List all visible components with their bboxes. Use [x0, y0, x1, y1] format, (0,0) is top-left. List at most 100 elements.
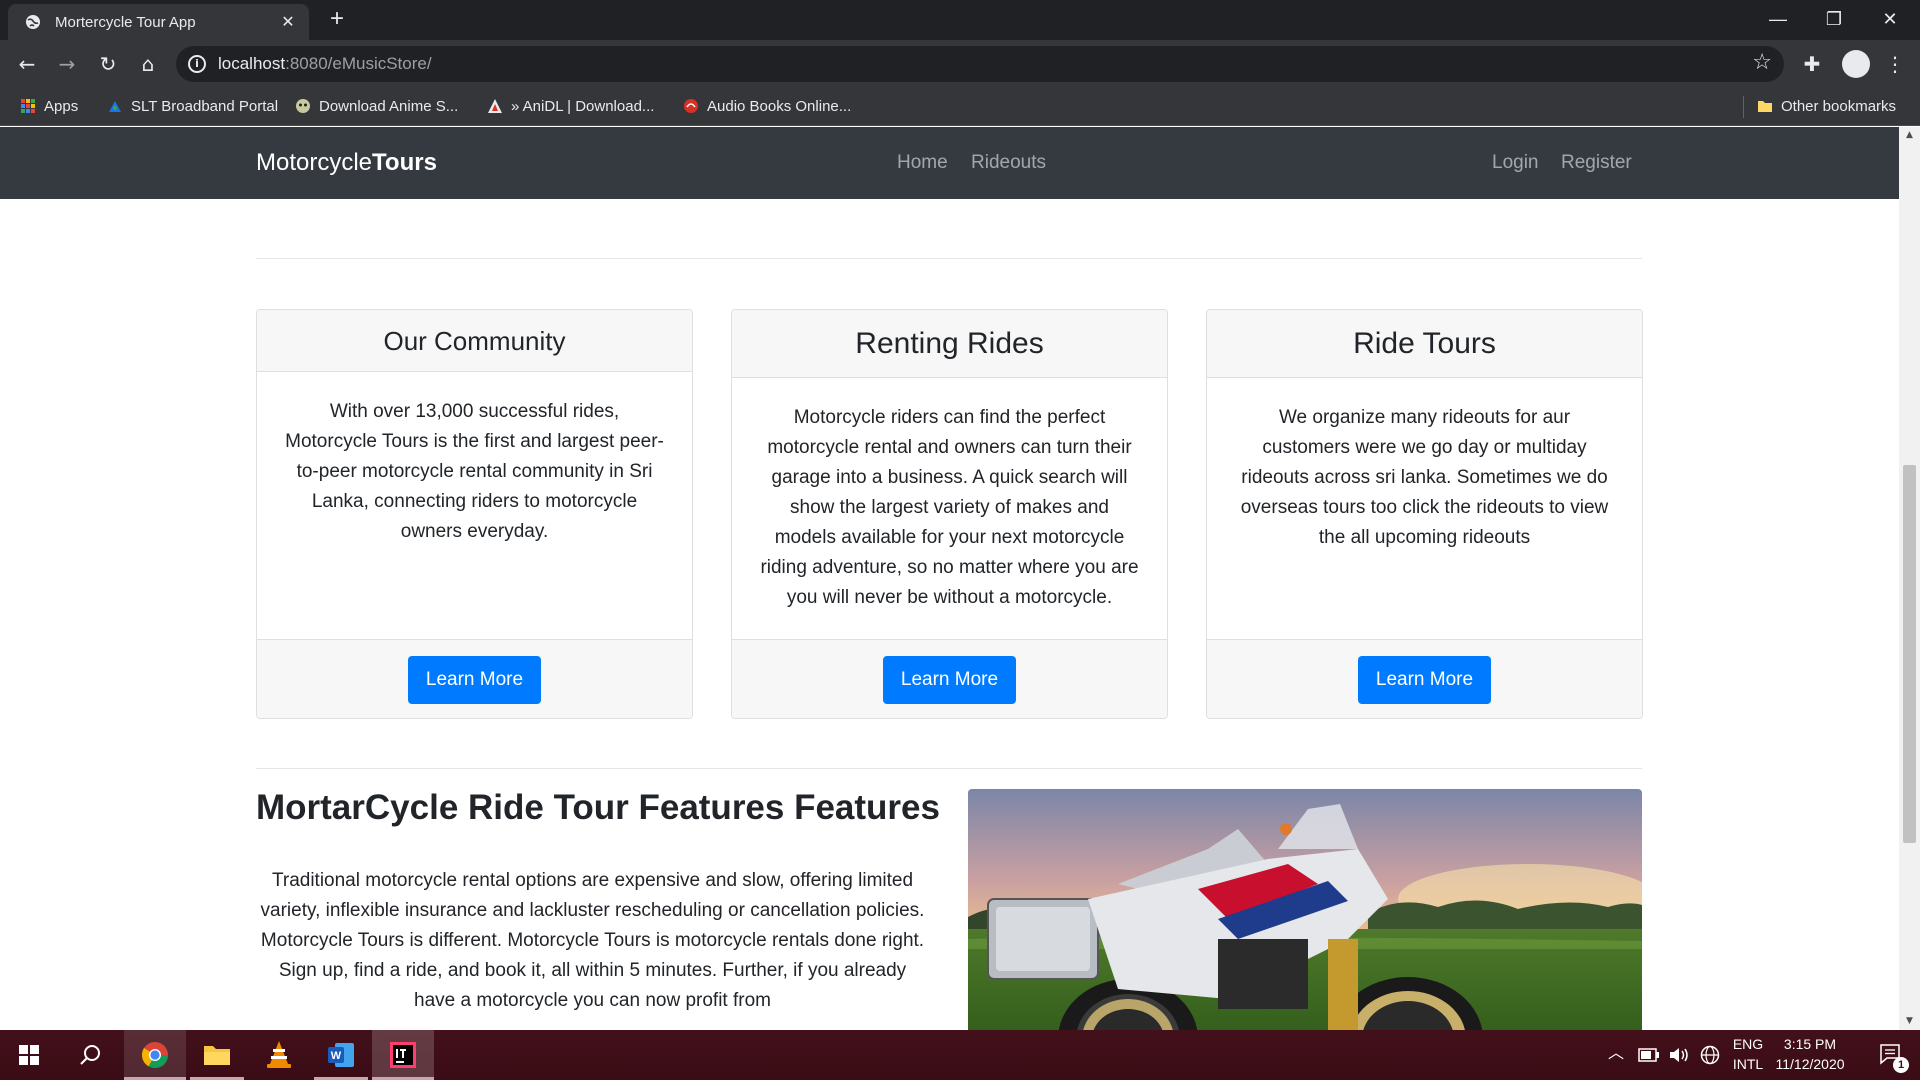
bookmark-separator — [1743, 96, 1744, 118]
scroll-thumb[interactable] — [1903, 465, 1916, 843]
taskbar-intellij[interactable] — [372, 1030, 434, 1080]
folder-icon — [1758, 101, 1772, 112]
card-title: Ride Tours — [1207, 310, 1642, 378]
back-arrow-icon[interactable]: ← — [13, 50, 41, 78]
card-renting-rides: Renting Rides Motorcycle riders can find… — [731, 309, 1168, 719]
audiobooks-icon — [684, 99, 698, 113]
features-heading: MortarCycle Ride Tour Features Features — [256, 788, 940, 827]
motorcycle-photo — [968, 789, 1642, 1030]
forward-arrow-icon[interactable]: → — [53, 50, 81, 78]
svg-text:W: W — [331, 1050, 342, 1062]
page-scrollbar[interactable]: ▲ ▼ — [1899, 127, 1920, 1030]
other-bookmarks-label: Other bookmarks — [1781, 98, 1897, 115]
url-path: :8080/eMusicStore/ — [285, 54, 432, 73]
clock-time: 3:15 PM — [1783, 1036, 1837, 1052]
apps-grid-icon — [21, 99, 35, 113]
input-language[interactable]: ENG INTL — [1728, 1034, 1768, 1074]
anidl-icon — [488, 99, 502, 113]
learn-more-button[interactable]: Learn More — [408, 656, 541, 704]
card-footer: Learn More — [1207, 639, 1642, 718]
bookmark-label: SLT Broadband Portal — [131, 98, 279, 115]
clock[interactable]: 3:15 PM 11/12/2020 — [1766, 1034, 1854, 1074]
word-icon: W — [328, 1043, 354, 1067]
card-footer: Learn More — [732, 639, 1167, 718]
start-button[interactable] — [0, 1030, 58, 1080]
address-bar[interactable]: i localhost:8080/eMusicStore/ ☆ — [176, 46, 1784, 82]
intellij-icon — [390, 1042, 416, 1068]
anime-site-icon — [296, 99, 310, 113]
search-button[interactable] — [62, 1030, 120, 1080]
show-hidden-icons-chevron-icon[interactable]: ︿ — [1608, 1044, 1624, 1064]
bookmark-apps[interactable]: Apps — [20, 98, 78, 118]
extensions-puzzle-icon[interactable]: ✚ — [1801, 54, 1823, 76]
brand-light: Motorcycle — [256, 149, 373, 176]
vlc-cone-icon — [267, 1041, 291, 1068]
network-globe-icon[interactable] — [1700, 1045, 1720, 1065]
new-tab-icon[interactable]: + — [325, 7, 349, 32]
bookmark-slt[interactable]: SLT Broadband Portal — [107, 98, 278, 118]
nav-register[interactable]: Register — [1561, 152, 1632, 174]
bookmark-audiobooks[interactable]: Audio Books Online... — [683, 98, 851, 118]
card-footer: Learn More — [257, 639, 692, 718]
home-icon[interactable]: ⌂ — [134, 50, 162, 78]
card-body: With over 13,000 successful rides, Motor… — [285, 401, 664, 542]
scroll-down-arrow-icon[interactable]: ▼ — [1899, 1013, 1920, 1030]
profile-avatar-icon[interactable] — [1842, 50, 1870, 78]
search-icon — [80, 1045, 100, 1065]
taskbar-chrome[interactable] — [124, 1030, 186, 1080]
taskbar-word[interactable]: W — [310, 1030, 372, 1080]
other-bookmarks[interactable]: Other bookmarks — [1757, 98, 1896, 118]
lang-bottom: INTL — [1732, 1056, 1764, 1072]
close-tab-icon[interactable]: ✕ — [279, 13, 297, 31]
volume-icon[interactable] — [1668, 1046, 1690, 1064]
bookmark-star-icon[interactable]: ☆ — [1752, 52, 1772, 74]
card-body: We organize many rideouts for aur custom… — [1240, 407, 1609, 548]
features-paragraph: Traditional motorcycle rental options ar… — [260, 870, 925, 1011]
bookmark-label: Apps — [44, 98, 79, 115]
brand-bold: Tours — [372, 149, 437, 176]
bookmark-label: » AniDL | Download... — [511, 98, 655, 115]
card-title: Our Community — [257, 310, 692, 372]
action-center-button[interactable]: 1 — [1862, 1030, 1920, 1080]
clock-date: 11/12/2020 — [1775, 1056, 1845, 1072]
globe-icon — [26, 15, 40, 29]
card-body: Motorcycle riders can find the perfect m… — [760, 407, 1139, 608]
page-viewport: MotorcycleTours Home Rideouts Login Regi… — [0, 127, 1899, 1030]
url-host: localhost — [218, 54, 286, 73]
info-icon[interactable]: i — [188, 55, 206, 73]
scroll-up-arrow-icon[interactable]: ▲ — [1899, 127, 1920, 144]
divider — [256, 258, 1642, 259]
browser-toolbar: ← → ↻ ⌂ i localhost:8080/eMusicStore/ ☆ … — [0, 40, 1920, 88]
restore-icon[interactable]: ❐ — [1806, 0, 1862, 40]
nav-home[interactable]: Home — [897, 152, 948, 174]
close-window-icon[interactable]: ✕ — [1862, 0, 1918, 40]
bookmark-anime[interactable]: Download Anime S... — [295, 98, 458, 118]
windows-taskbar: W ︿ ENG INTL 3:15 PM 11/12/2020 1 — [0, 1030, 1920, 1080]
taskbar-file-explorer[interactable] — [186, 1030, 248, 1080]
site-brand[interactable]: MotorcycleTours — [256, 149, 437, 177]
taskbar-vlc[interactable] — [248, 1030, 310, 1080]
divider — [256, 768, 1642, 769]
learn-more-button[interactable]: Learn More — [1358, 656, 1491, 704]
notification-count-badge: 1 — [1893, 1057, 1909, 1073]
nav-login[interactable]: Login — [1492, 152, 1539, 174]
windows-logo-icon — [19, 1045, 39, 1065]
browser-tabstrip: Mortercycle Tour App ✕ + — ❐ ✕ — [0, 0, 1920, 40]
reload-icon[interactable]: ↻ — [94, 50, 122, 78]
url-text[interactable]: localhost:8080/eMusicStore/ — [218, 54, 432, 74]
battery-icon[interactable] — [1638, 1048, 1660, 1062]
card-ride-tours: Ride Tours We organize many rideouts for… — [1206, 309, 1643, 719]
nav-rideouts[interactable]: Rideouts — [971, 152, 1046, 174]
minimize-icon[interactable]: — — [1750, 0, 1806, 40]
card-title: Renting Rides — [732, 310, 1167, 378]
chrome-icon — [141, 1042, 169, 1069]
tab-title: Mortercycle Tour App — [55, 14, 196, 31]
browser-tab[interactable]: Mortercycle Tour App ✕ — [8, 4, 309, 40]
menu-kebab-icon[interactable]: ⋮ — [1884, 54, 1906, 76]
learn-more-button[interactable]: Learn More — [883, 656, 1016, 704]
lang-top: ENG — [1732, 1036, 1764, 1052]
bookmark-anidl[interactable]: » AniDL | Download... — [487, 98, 654, 118]
bookmarks-bar: Apps SLT Broadband Portal Download Anime… — [0, 88, 1920, 126]
bookmark-label: Audio Books Online... — [707, 98, 852, 115]
bookmark-label: Download Anime S... — [319, 98, 459, 115]
